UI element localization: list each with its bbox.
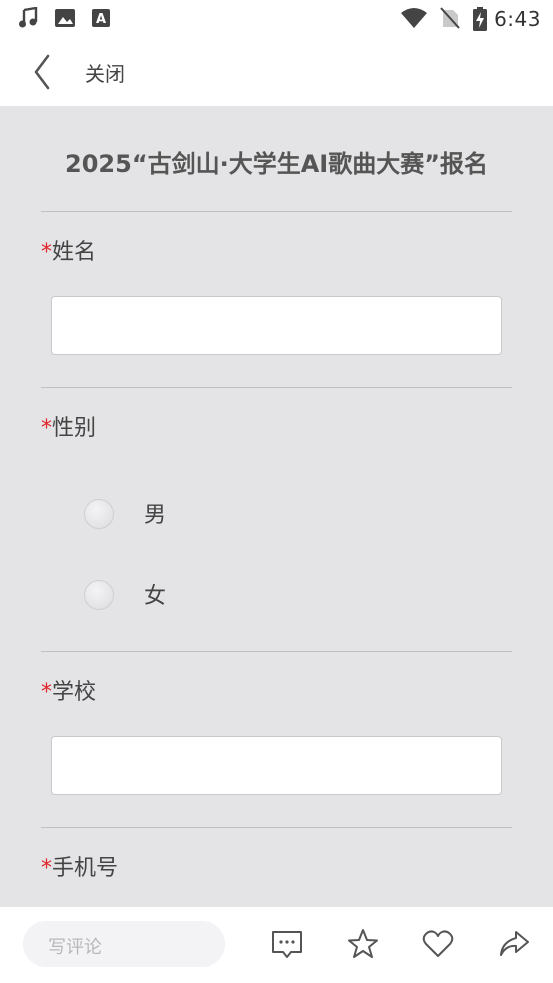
status-time: 6:43 <box>494 7 541 31</box>
gender-option-female[interactable]: 女 <box>84 578 204 612</box>
radio-button[interactable] <box>84 580 114 610</box>
radio-label: 女 <box>144 584 167 609</box>
phone-label: *手机号 <box>41 850 118 882</box>
music-note-icon <box>19 7 38 28</box>
gender-label-text: 性别 <box>52 416 97 441</box>
divider <box>41 651 512 652</box>
divider <box>41 827 512 828</box>
required-mark: * <box>41 680 52 705</box>
phone-label-text: 手机号 <box>52 856 119 881</box>
bottom-action-bar: 写评论 <box>0 906 553 983</box>
battery-charging-icon <box>473 7 487 31</box>
gender-option-male[interactable]: 男 <box>84 497 204 531</box>
wifi-icon <box>401 8 427 28</box>
top-nav: 关闭 <box>0 38 553 106</box>
heart-icon[interactable] <box>421 927 455 961</box>
status-bar: A 6:43 <box>0 0 553 38</box>
close-button[interactable]: 关闭 <box>85 58 125 87</box>
required-mark: * <box>41 856 52 881</box>
page-title: 2025“古剑山·大学生AI歌曲大赛”报名 <box>65 150 488 178</box>
name-label: *姓名 <box>41 234 96 266</box>
name-input[interactable] <box>51 296 502 355</box>
share-icon[interactable] <box>497 927 531 961</box>
text-a-icon: A <box>92 9 110 27</box>
required-mark: * <box>41 416 52 441</box>
comment-input[interactable]: 写评论 <box>23 921 225 967</box>
image-icon <box>55 9 75 27</box>
divider <box>41 387 512 388</box>
form-container: 2025“古剑山·大学生AI歌曲大赛”报名 *姓名 *性别 男 女 *学校 *手… <box>0 106 553 906</box>
no-sim-icon <box>440 7 460 29</box>
radio-button[interactable] <box>84 499 114 529</box>
star-icon[interactable] <box>346 927 380 961</box>
chevron-left-icon[interactable] <box>26 52 62 92</box>
radio-label: 男 <box>144 503 167 528</box>
school-label: *学校 <box>41 674 96 706</box>
school-input[interactable] <box>51 736 502 795</box>
gender-label: *性别 <box>41 410 96 442</box>
divider <box>41 211 512 212</box>
comment-icon[interactable] <box>270 927 304 961</box>
svg-text:A: A <box>96 12 106 27</box>
required-mark: * <box>41 240 52 265</box>
name-label-text: 姓名 <box>52 240 97 265</box>
school-label-text: 学校 <box>52 680 97 705</box>
comment-placeholder: 写评论 <box>48 937 102 958</box>
